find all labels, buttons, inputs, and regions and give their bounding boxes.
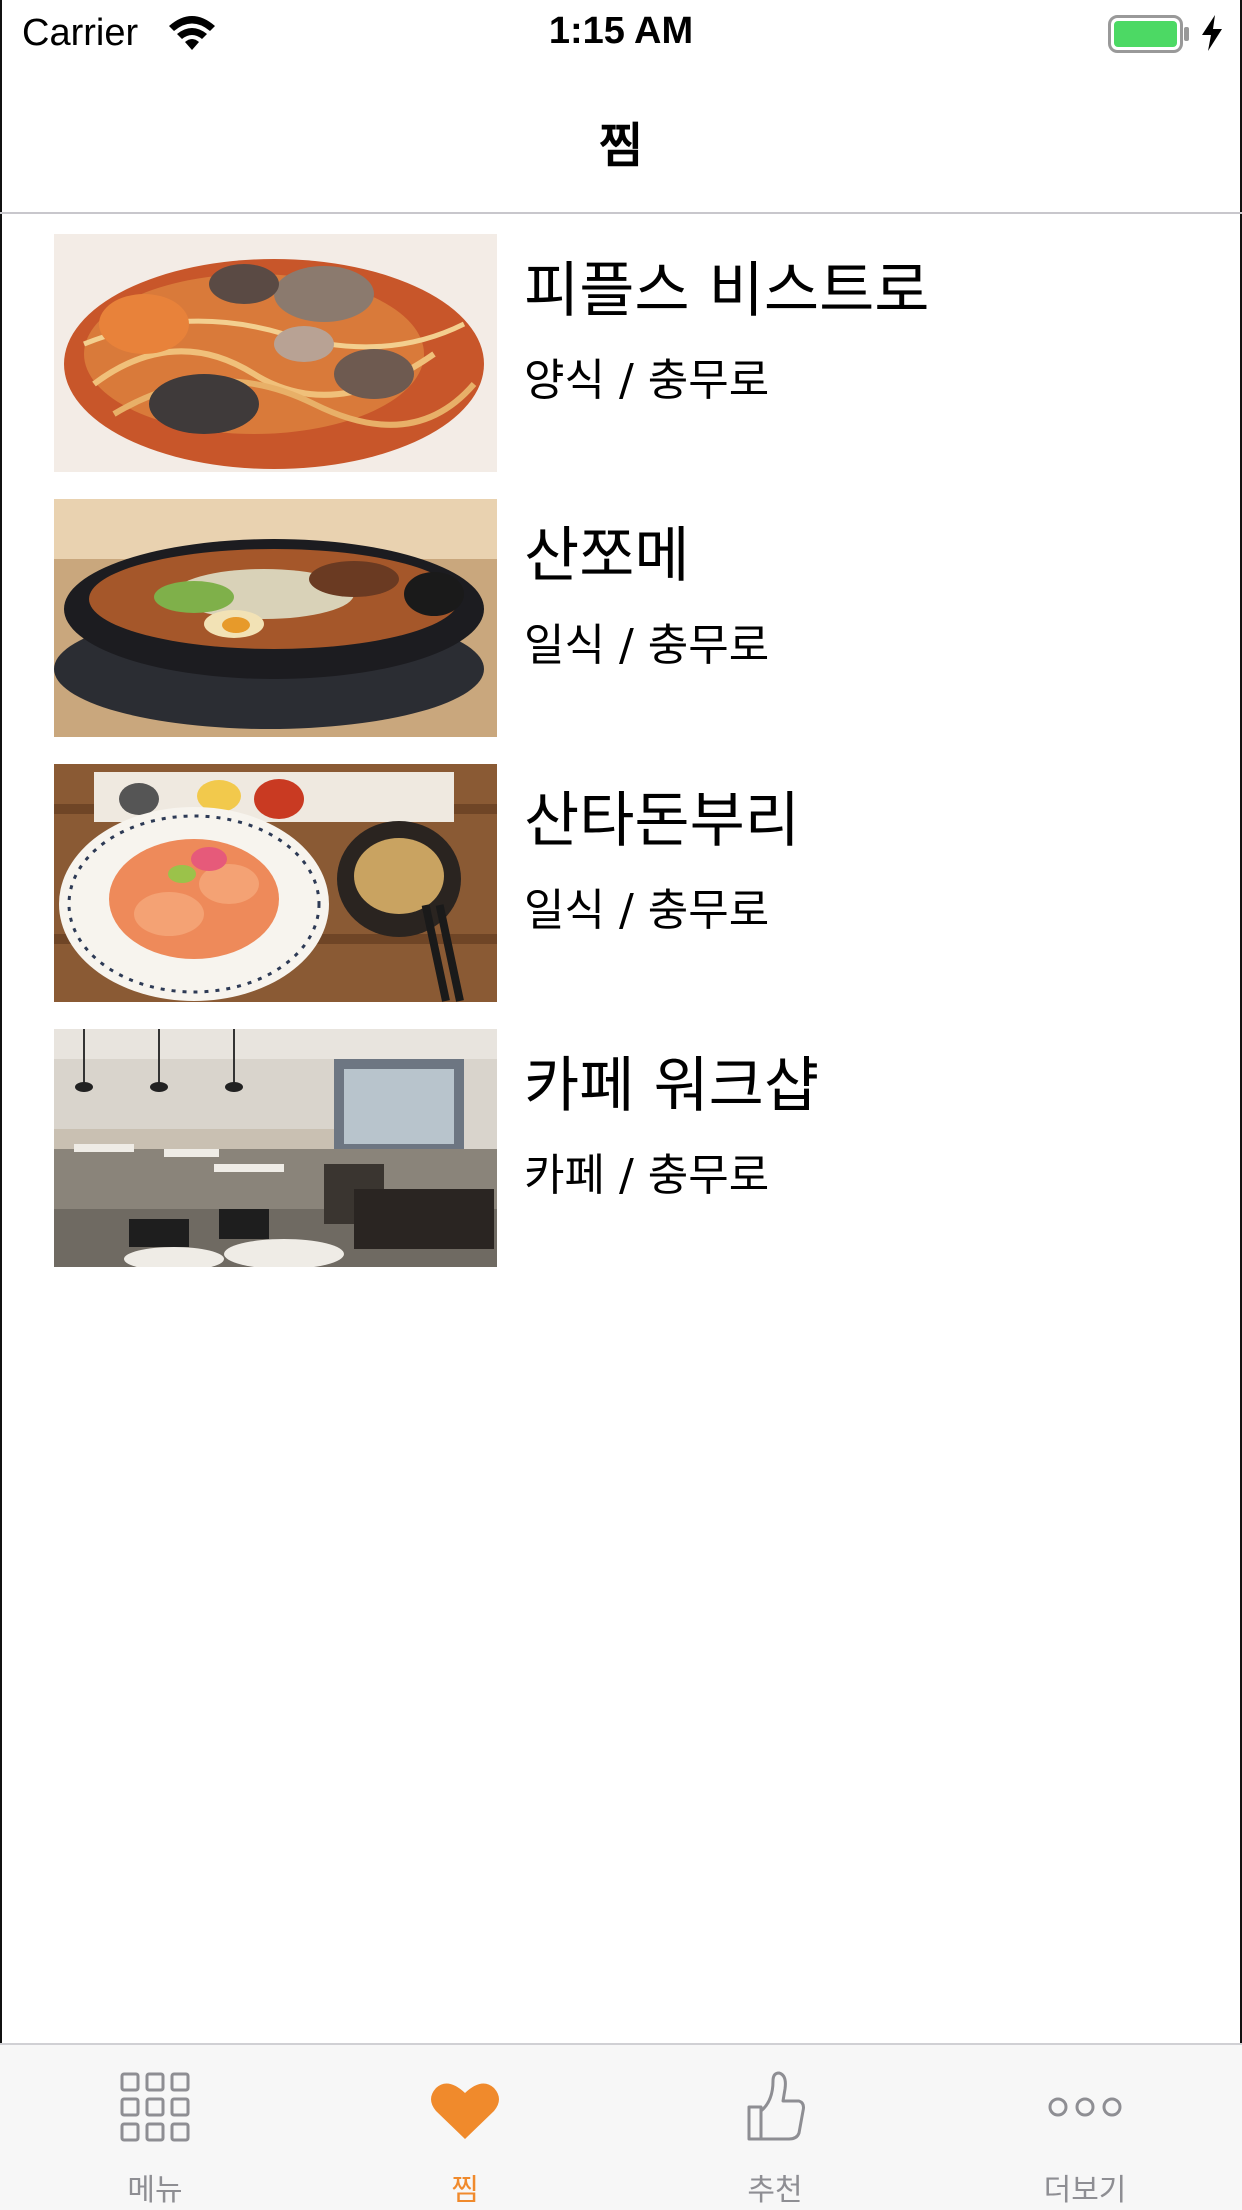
tab-favorites[interactable]: 찜 (310, 2045, 620, 2210)
status-bar: Carrier 1:15 AM (0, 0, 1242, 66)
list-item[interactable]: 산쪼메 일식 / 충무로 (0, 479, 1242, 744)
heart-icon (430, 2081, 500, 2145)
restaurant-name: 산타돈부리 (524, 786, 800, 856)
grid-icon (119, 2071, 191, 2147)
tab-recommend[interactable]: 추천 (620, 2045, 930, 2210)
tab-label: 메뉴 (127, 2173, 183, 2208)
seafood-pasta-image (54, 234, 497, 472)
page-title: 찜 (598, 118, 644, 174)
tab-more[interactable]: 더보기 (930, 2045, 1240, 2210)
tab-bar: 메뉴 찜 추천 더보기 (0, 2043, 1242, 2210)
cafe-interior-image (54, 1029, 497, 1267)
restaurant-category: 카페 / 충무로 (524, 1150, 770, 1201)
restaurant-category: 일식 / 충무로 (524, 885, 770, 936)
restaurant-name: 산쪼메 (524, 521, 690, 591)
tab-menu[interactable]: 메뉴 (0, 2045, 310, 2210)
list-item[interactable]: 카페 워크샵 카페 / 충무로 (0, 1009, 1242, 1274)
list-item[interactable]: 산타돈부리 일식 / 충무로 (0, 744, 1242, 1009)
charging-bolt-icon (1200, 15, 1224, 51)
clock: 1:15 AM (548, 10, 694, 52)
ramen-bowl-image (54, 499, 497, 737)
tab-label: 찜 (451, 2173, 479, 2208)
tab-label: 더보기 (1043, 2173, 1127, 2208)
battery-icon (1108, 15, 1190, 53)
list-item[interactable]: 피플스 비스트로 양식 / 충무로 (0, 214, 1242, 479)
salmon-donburi-image (54, 764, 497, 1002)
thumbs-up-icon (743, 2071, 807, 2147)
restaurant-name: 피플스 비스트로 (524, 256, 930, 326)
restaurant-name: 카페 워크샵 (524, 1051, 820, 1121)
restaurant-category: 양식 / 충무로 (524, 355, 770, 406)
navigation-bar: 찜 (0, 66, 1242, 214)
more-icon (1047, 2095, 1123, 2123)
tab-label: 추천 (747, 2173, 803, 2208)
restaurant-category: 일식 / 충무로 (524, 620, 770, 671)
